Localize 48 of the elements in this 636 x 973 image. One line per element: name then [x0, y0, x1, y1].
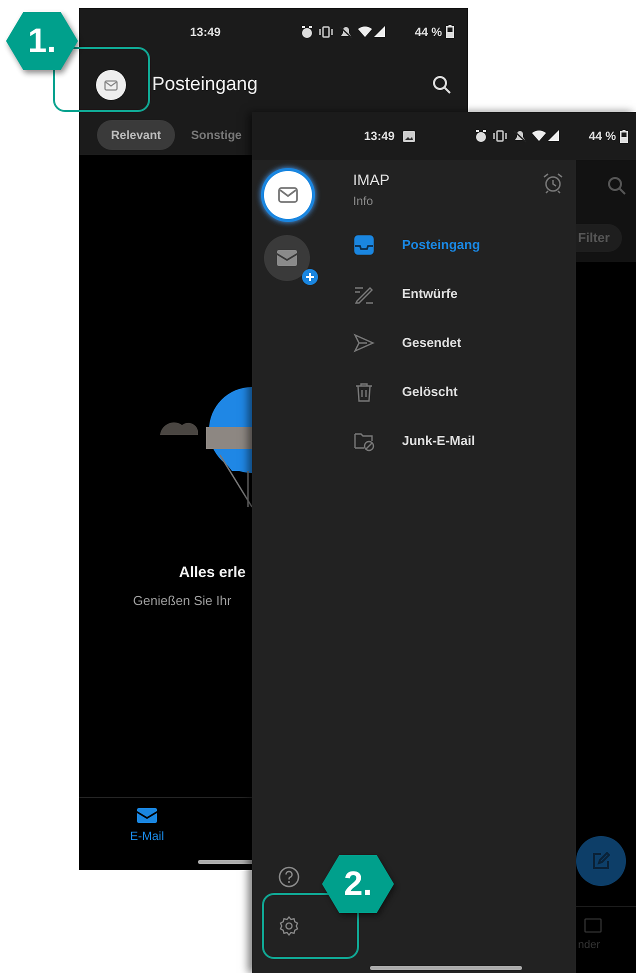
battery-percent: 44 %: [414, 24, 442, 38]
account-subtitle: Info: [353, 194, 374, 208]
folder-item[interactable]: Posteingang: [353, 220, 564, 269]
signal-icon: [548, 130, 559, 141]
search-icon: [607, 176, 627, 196]
status-time: 13:49: [190, 24, 221, 38]
account-avatar[interactable]: [96, 70, 126, 100]
wifi-icon: [358, 26, 372, 36]
step-badge: 1.: [6, 12, 78, 70]
bell-off-icon: [339, 26, 352, 38]
signal-icon: [374, 26, 385, 36]
folder-item[interactable]: Gesendet: [353, 318, 564, 367]
status-time: 13:49: [364, 129, 395, 143]
filter-tab[interactable]: Relevant: [97, 120, 176, 150]
battery-icon: [620, 130, 628, 142]
vibrate-icon: [492, 130, 506, 142]
help-icon[interactable]: [278, 866, 300, 888]
folder-item[interactable]: Gelöscht: [353, 367, 564, 416]
edit-icon: [592, 852, 610, 870]
empty-state-title: Alles erle: [179, 564, 247, 581]
inbox-icon: [353, 234, 375, 256]
battery-icon: [446, 25, 454, 38]
vibrate-icon: [318, 26, 332, 38]
wifi-icon: [532, 130, 546, 141]
plus-icon[interactable]: [302, 269, 318, 285]
mail-icon: [277, 250, 297, 266]
calendar-icon: [584, 917, 602, 933]
battery-percent: 44 %: [588, 129, 616, 143]
send-icon: [353, 332, 375, 354]
bell-off-icon: [513, 130, 526, 143]
search-icon[interactable]: [432, 75, 452, 95]
image-icon: [402, 130, 415, 142]
nav-tab[interactable]: E-Mail: [123, 808, 171, 848]
mail-icon: [104, 80, 118, 90]
trash-icon: [353, 380, 375, 402]
mail-icon: [278, 187, 298, 203]
account-avatar[interactable]: [264, 171, 312, 219]
alarm-clock-icon[interactable]: [542, 172, 564, 194]
folder-item[interactable]: Entwürfe: [353, 269, 564, 318]
alarm-icon: [476, 130, 486, 142]
empty-state-message: Genießen Sie Ihr: [133, 593, 232, 608]
folder-item[interactable]: Junk-E-Mail: [353, 416, 564, 465]
alarm-icon: [302, 26, 312, 38]
mail-icon: [137, 808, 157, 823]
screen-title: Posteingang: [152, 74, 258, 96]
account-name: IMAP: [353, 172, 390, 189]
settings-icon[interactable]: [278, 915, 300, 937]
filter-tab[interactable]: Sonstige: [179, 120, 242, 150]
